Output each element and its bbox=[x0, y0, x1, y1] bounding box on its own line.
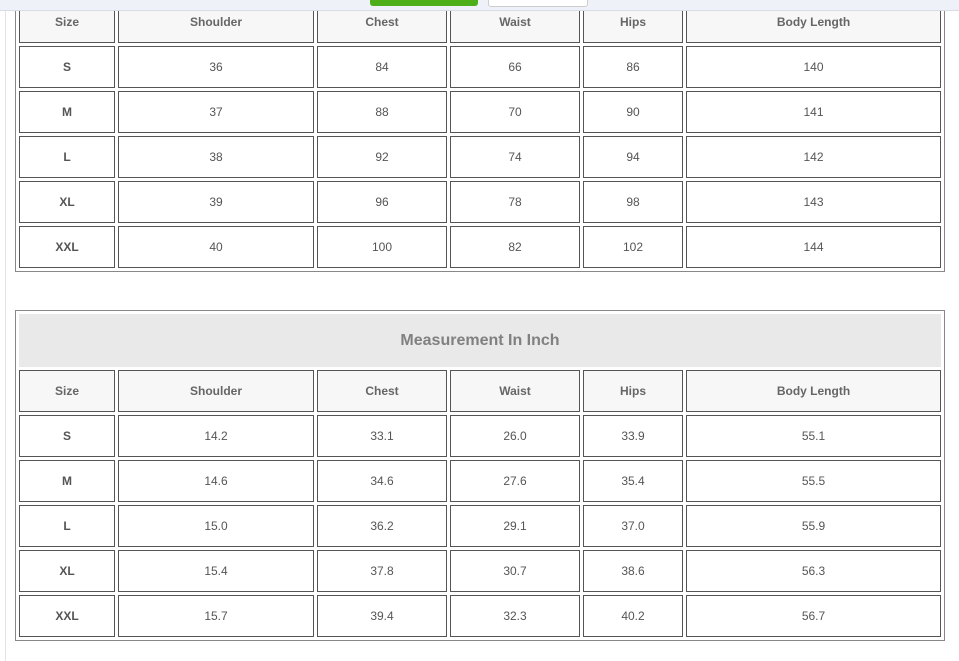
table-row: S 36 84 66 86 140 bbox=[19, 46, 941, 88]
column-header: Shoulder bbox=[118, 370, 314, 412]
value-cell: 70 bbox=[450, 91, 580, 133]
value-cell: 88 bbox=[317, 91, 447, 133]
value-cell: 40 bbox=[118, 226, 314, 268]
value-cell: 37.8 bbox=[317, 550, 447, 592]
value-cell: 90 bbox=[583, 91, 683, 133]
size-cell: XL bbox=[19, 181, 115, 223]
value-cell: 55.1 bbox=[686, 415, 941, 457]
value-cell: 66 bbox=[450, 46, 580, 88]
column-header: Hips bbox=[583, 370, 683, 412]
value-cell: 35.4 bbox=[583, 460, 683, 502]
size-table-cm: Size Shoulder Chest Waist Hips Body Length S3… bbox=[15, 0, 945, 272]
value-cell: 55.9 bbox=[686, 505, 941, 547]
size-cell: S bbox=[19, 415, 115, 457]
size-cell: L bbox=[19, 505, 115, 547]
value-cell: 40.2 bbox=[583, 595, 683, 637]
divider bbox=[5, 0, 6, 661]
value-cell: 78 bbox=[450, 181, 580, 223]
value-cell: 15.7 bbox=[118, 595, 314, 637]
value-cell: 36.2 bbox=[317, 505, 447, 547]
size-table-inch: Measurement In Inch Size Shoulder Chest Wai… bbox=[15, 310, 945, 641]
value-cell: 38.6 bbox=[583, 550, 683, 592]
value-cell: 34.6 bbox=[317, 460, 447, 502]
value-cell: 96 bbox=[317, 181, 447, 223]
value-cell: 144 bbox=[686, 226, 941, 268]
value-cell: 38 bbox=[118, 136, 314, 178]
size-cell: XXL bbox=[19, 226, 115, 268]
table-row: L 38 92 74 94 142 bbox=[19, 136, 941, 178]
table-row: XL 15.4 37.8 30.7 38.6 56.3 bbox=[19, 550, 941, 592]
size-cell: M bbox=[19, 460, 115, 502]
size-cell: XXL bbox=[19, 595, 115, 637]
value-cell: 55.5 bbox=[686, 460, 941, 502]
table-row: L 15.0 36.2 29.1 37.0 55.9 bbox=[19, 505, 941, 547]
column-header: Size bbox=[19, 370, 115, 412]
top-toolbar bbox=[0, 0, 959, 11]
table-row: XL 39 96 78 98 143 bbox=[19, 181, 941, 223]
column-header: Body Length bbox=[686, 370, 941, 412]
value-cell: 39.4 bbox=[317, 595, 447, 637]
size-cell: M bbox=[19, 91, 115, 133]
value-cell: 14.6 bbox=[118, 460, 314, 502]
value-cell: 33.1 bbox=[317, 415, 447, 457]
value-cell: 29.1 bbox=[450, 505, 580, 547]
value-cell: 26.0 bbox=[450, 415, 580, 457]
value-cell: 15.0 bbox=[118, 505, 314, 547]
table-title: Measurement In Inch bbox=[19, 314, 941, 367]
value-cell: 142 bbox=[686, 136, 941, 178]
value-cell: 36 bbox=[118, 46, 314, 88]
value-cell: 140 bbox=[686, 46, 941, 88]
value-cell: 56.7 bbox=[686, 595, 941, 637]
value-cell: 143 bbox=[686, 181, 941, 223]
value-cell: 56.3 bbox=[686, 550, 941, 592]
value-cell: 92 bbox=[317, 136, 447, 178]
column-header: Waist bbox=[450, 370, 580, 412]
header-row: Size Shoulder Chest Waist Hips Body Length bbox=[19, 370, 941, 412]
value-cell: 94 bbox=[583, 136, 683, 178]
table-row: XXL 15.7 39.4 32.3 40.2 56.7 bbox=[19, 595, 941, 637]
size-cell: XL bbox=[19, 550, 115, 592]
column-header: Chest bbox=[317, 370, 447, 412]
value-cell: 33.9 bbox=[583, 415, 683, 457]
size-cell: L bbox=[19, 136, 115, 178]
table-row: XXL 40 100 82 102 144 bbox=[19, 226, 941, 268]
table-row: M 37 88 70 90 141 bbox=[19, 91, 941, 133]
value-cell: 37.0 bbox=[583, 505, 683, 547]
value-cell: 141 bbox=[686, 91, 941, 133]
value-cell: 30.7 bbox=[450, 550, 580, 592]
table-row: S 14.2 33.1 26.0 33.9 55.1 bbox=[19, 415, 941, 457]
value-cell: 14.2 bbox=[118, 415, 314, 457]
value-cell: 39 bbox=[118, 181, 314, 223]
value-cell: 74 bbox=[450, 136, 580, 178]
value-cell: 82 bbox=[450, 226, 580, 268]
value-cell: 102 bbox=[583, 226, 683, 268]
value-cell: 84 bbox=[317, 46, 447, 88]
secondary-button[interactable] bbox=[488, 0, 588, 7]
value-cell: 27.6 bbox=[450, 460, 580, 502]
value-cell: 37 bbox=[118, 91, 314, 133]
green-action-button[interactable] bbox=[370, 0, 478, 6]
value-cell: 32.3 bbox=[450, 595, 580, 637]
value-cell: 100 bbox=[317, 226, 447, 268]
value-cell: 86 bbox=[583, 46, 683, 88]
size-cell: S bbox=[19, 46, 115, 88]
table-row: M 14.6 34.6 27.6 35.4 55.5 bbox=[19, 460, 941, 502]
value-cell: 98 bbox=[583, 181, 683, 223]
value-cell: 15.4 bbox=[118, 550, 314, 592]
